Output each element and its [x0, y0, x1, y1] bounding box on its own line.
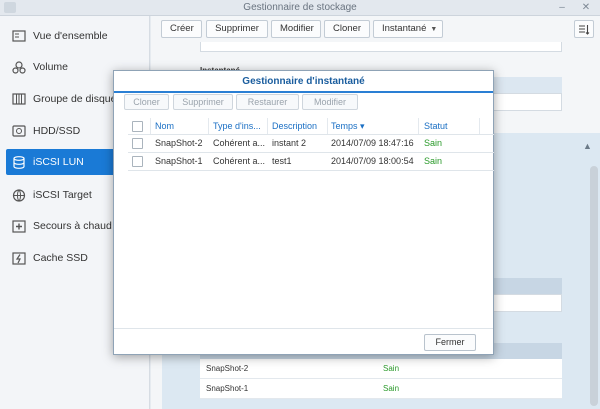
select-all-checkbox[interactable]	[132, 121, 143, 132]
row-name: SnapShot-2	[155, 138, 203, 148]
overview-icon	[12, 30, 26, 43]
database-icon	[12, 155, 26, 169]
clone-button[interactable]: Cloner	[324, 20, 370, 38]
modify-button[interactable]: Modifier	[271, 20, 321, 38]
globe-icon	[12, 188, 26, 202]
sidebar-item-label: HDD/SSD	[33, 125, 81, 137]
column-divider	[479, 118, 480, 134]
row-checkbox[interactable]	[132, 156, 143, 167]
hdd-icon	[12, 125, 26, 138]
row-time: 2014/07/09 18:00:54	[331, 156, 414, 166]
row-time: 2014/07/09 18:47:16	[331, 138, 414, 148]
snapshot-menu-button[interactable]: Instantané ▼	[373, 20, 443, 38]
column-divider	[208, 118, 209, 134]
volume-icon	[12, 60, 26, 74]
window-title: Gestionnaire de stockage	[243, 2, 357, 13]
close-icon[interactable]: ✕	[580, 2, 592, 13]
table-row[interactable]: SnapShot-2 Sain	[200, 359, 562, 379]
row-type: Cohérent a...	[213, 156, 266, 166]
row-name: SnapShot-1	[155, 156, 203, 166]
modify-snapshot-button[interactable]: Modifier	[302, 94, 358, 110]
vertical-scrollbar[interactable]	[590, 166, 598, 406]
snapshot-menu-label: Instantané	[382, 23, 427, 34]
snapshot-name: SnapShot-2	[206, 364, 249, 373]
row-status: Sain	[424, 138, 443, 148]
column-header-status[interactable]: Statut	[424, 118, 448, 134]
plus-box-icon	[12, 219, 26, 233]
main-toolbar: Créer Supprimer Modifier Cloner Instanta…	[151, 16, 600, 42]
table-row[interactable]: SnapShot-1 Sain	[200, 379, 562, 399]
sidebar-item-label: Groupe de disques	[33, 93, 122, 105]
column-divider	[267, 118, 268, 134]
clone-snapshot-button[interactable]: Cloner	[124, 94, 169, 110]
delete-button[interactable]: Supprimer	[206, 20, 268, 38]
snapshot-status: Sain	[383, 384, 400, 393]
chevron-down-icon: ▼	[430, 26, 438, 33]
sidebar-item-label: iSCSI LUN	[33, 156, 84, 168]
sort-list-button[interactable]	[574, 20, 594, 38]
column-header-type[interactable]: Type d'ins...	[213, 118, 261, 134]
row-description: test1	[272, 156, 292, 166]
column-divider	[418, 118, 419, 134]
restore-snapshot-button[interactable]: Restaurer	[236, 94, 299, 110]
sidebar-item-label: Secours à chaud	[33, 220, 112, 232]
sidebar-item-label: Volume	[33, 61, 69, 73]
snapshot-manager-dialog: Gestionnaire d'instantané Cloner Supprim…	[113, 70, 494, 355]
row-type: Cohérent a...	[213, 138, 266, 148]
snapshot-status: Sain	[383, 364, 400, 373]
dialog-footer-divider	[114, 328, 493, 329]
minimize-icon[interactable]: –	[556, 2, 568, 13]
close-button[interactable]: Fermer	[424, 334, 476, 351]
create-button[interactable]: Créer	[161, 20, 202, 38]
row-description: instant 2	[272, 138, 307, 148]
window-titlebar: Gestionnaire de stockage – ✕	[0, 0, 600, 16]
row-checkbox[interactable]	[132, 138, 143, 149]
sidebar-item-label: Vue d'ensemble	[33, 30, 108, 42]
column-header-time[interactable]: Temps ▾	[331, 118, 365, 134]
row-divider	[128, 170, 494, 171]
sidebar-item-label: Cache SSD	[33, 252, 88, 264]
sort-list-icon	[578, 25, 590, 38]
sidebar-item-overview[interactable]: Vue d'ensemble	[6, 23, 148, 49]
column-divider	[150, 118, 151, 134]
column-header-name[interactable]: Nom	[155, 118, 174, 134]
lightning-icon	[12, 251, 26, 265]
snapshot-name: SnapShot-1	[206, 384, 249, 393]
chevron-up-icon[interactable]: ▲	[583, 141, 592, 151]
column-divider	[327, 118, 328, 134]
lun-detail-panel	[200, 42, 562, 52]
dialog-title: Gestionnaire d'instantané	[114, 71, 493, 93]
column-header-description[interactable]: Description	[272, 118, 317, 134]
disk-group-icon	[12, 93, 26, 106]
row-status: Sain	[424, 156, 443, 166]
sidebar-item-label: iSCSI Target	[33, 189, 92, 201]
delete-snapshot-button[interactable]: Supprimer	[173, 94, 233, 110]
